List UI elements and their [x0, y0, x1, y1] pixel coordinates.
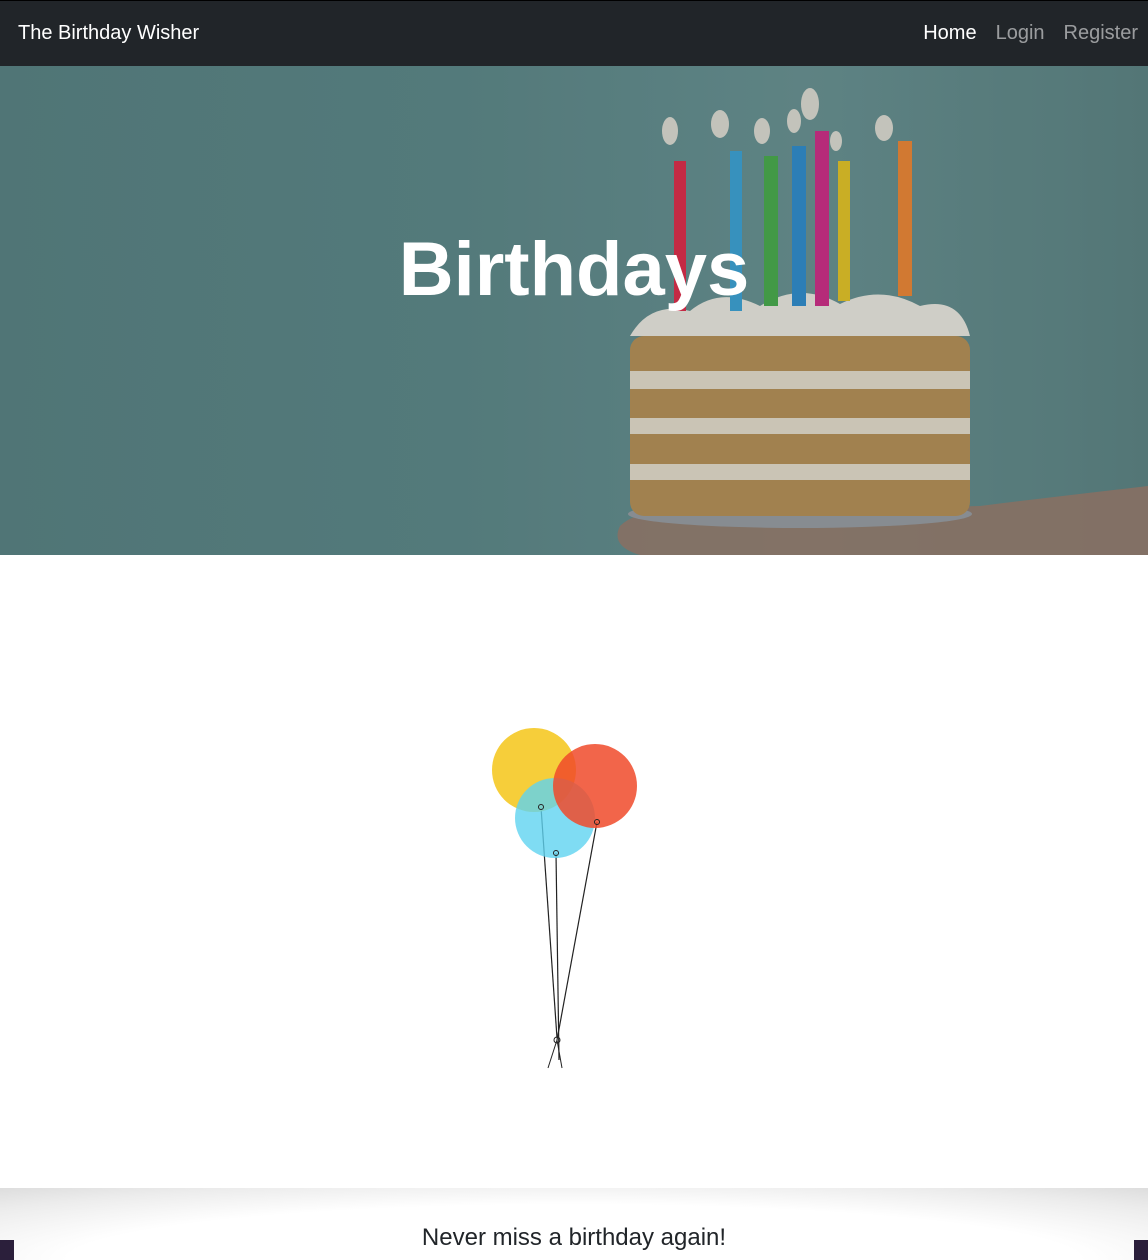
balloons-illustration	[492, 728, 637, 1069]
window-corner-left	[0, 1240, 14, 1260]
nav-home-link[interactable]: Home	[923, 22, 976, 45]
brand-link[interactable]: The Birthday Wisher	[18, 22, 199, 45]
nav-login-link[interactable]: Login	[996, 22, 1045, 45]
navbar: The Birthday Wisher Home Login Register	[0, 0, 1148, 66]
hero-banner: Birthdays	[0, 66, 1148, 555]
nav-register-link[interactable]: Register	[1064, 22, 1138, 45]
nav-links: Home Login Register	[923, 22, 1138, 45]
footer-tagline: Never miss a birthday again!	[421, 1224, 727, 1251]
hero-title: Birthdays	[398, 227, 750, 312]
window-corner-right	[1134, 1240, 1148, 1260]
